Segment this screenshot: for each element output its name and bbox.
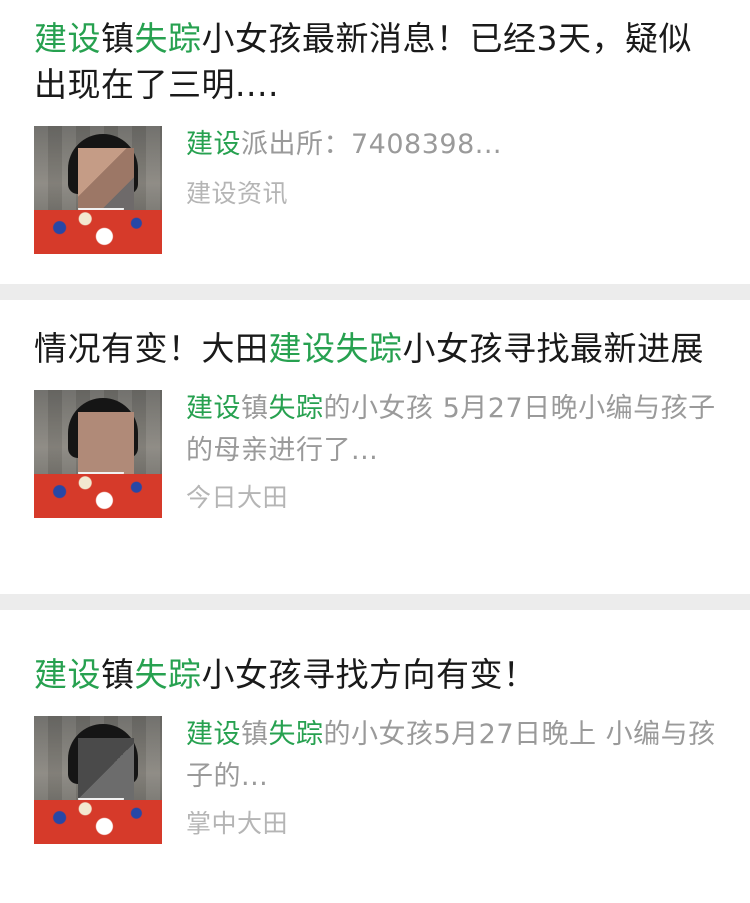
article-body: 建设镇失踪的小女孩 5月27日晚小编与孩子的母亲进行了... 今日大田	[34, 390, 716, 518]
article-card[interactable]: 建设镇失踪小女孩寻找方向有变！ 建设镇失踪的小女孩5月27日晚上 小编与孩子的.…	[0, 610, 750, 895]
article-meta: 建设镇失踪的小女孩 5月27日晚小编与孩子的母亲进行了... 今日大田	[186, 390, 716, 518]
article-thumbnail[interactable]	[34, 716, 162, 844]
card-separator	[0, 284, 750, 300]
title-text: 镇	[101, 19, 135, 58]
highlight-keyword: 建设	[186, 719, 241, 750]
highlight-keyword: 失踪	[335, 329, 403, 368]
thumbnail-shirt	[34, 800, 162, 844]
article-card[interactable]: 建设镇失踪小女孩最新消息！已经3天，疑似出现在了三明.... 建设派出所：740…	[0, 0, 750, 284]
article-title[interactable]: 建设镇失踪小女孩寻找方向有变！	[34, 652, 716, 698]
title-text: 情况有变！大田	[34, 329, 269, 368]
snippet-text: 镇	[241, 393, 269, 424]
article-body: 建设派出所：7408398... 建设资讯	[34, 126, 716, 254]
article-source[interactable]: 建设资讯	[186, 176, 716, 212]
search-results-feed: 建设镇失踪小女孩最新消息！已经3天，疑似出现在了三明.... 建设派出所：740…	[0, 0, 750, 895]
highlight-keyword: 失踪	[134, 655, 202, 694]
snippet-text: 镇	[241, 719, 269, 750]
article-meta: 建设派出所：7408398... 建设资讯	[186, 126, 716, 254]
blurred-face	[78, 148, 134, 214]
article-title[interactable]: 情况有变！大田建设失踪小女孩寻找最新进展	[34, 326, 716, 372]
title-text: 小女孩寻找方向有变！	[201, 655, 537, 694]
thumbnail-shirt	[34, 474, 162, 518]
highlight-keyword: 建设	[186, 129, 241, 160]
thumbnail-shirt	[34, 210, 162, 254]
highlight-keyword: 失踪	[134, 19, 202, 58]
article-source[interactable]: 今日大田	[186, 480, 716, 516]
highlight-keyword: 失踪	[268, 393, 324, 424]
card-separator	[0, 594, 750, 610]
snippet-text: 派出所：7408398...	[241, 129, 502, 160]
article-source[interactable]: 掌中大田	[186, 806, 716, 842]
article-body: 建设镇失踪的小女孩5月27日晚上 小编与孩子的... 掌中大田	[34, 716, 716, 844]
highlight-keyword: 建设	[34, 655, 101, 694]
article-snippet: 建设镇失踪的小女孩 5月27日晚小编与孩子的母亲进行了...	[186, 388, 716, 472]
article-meta: 建设镇失踪的小女孩5月27日晚上 小编与孩子的... 掌中大田	[186, 716, 716, 844]
article-title[interactable]: 建设镇失踪小女孩最新消息！已经3天，疑似出现在了三明....	[34, 16, 716, 108]
article-card[interactable]: 情况有变！大田建设失踪小女孩寻找最新进展 建设镇失踪的小女孩 5月27日晚小编与…	[0, 300, 750, 594]
highlight-keyword: 建设	[186, 393, 241, 424]
article-thumbnail[interactable]	[34, 126, 162, 254]
blurred-face	[78, 738, 134, 804]
title-text: 小女孩寻找最新进展	[402, 329, 704, 368]
blurred-face	[78, 412, 134, 478]
highlight-keyword: 失踪	[268, 719, 324, 750]
title-text: 镇	[101, 655, 135, 694]
article-snippet: 建设派出所：7408398...	[186, 124, 716, 166]
highlight-keyword: 建设	[34, 19, 101, 58]
article-thumbnail[interactable]	[34, 390, 162, 518]
highlight-keyword: 建设	[268, 329, 336, 368]
article-snippet: 建设镇失踪的小女孩5月27日晚上 小编与孩子的...	[186, 714, 716, 798]
